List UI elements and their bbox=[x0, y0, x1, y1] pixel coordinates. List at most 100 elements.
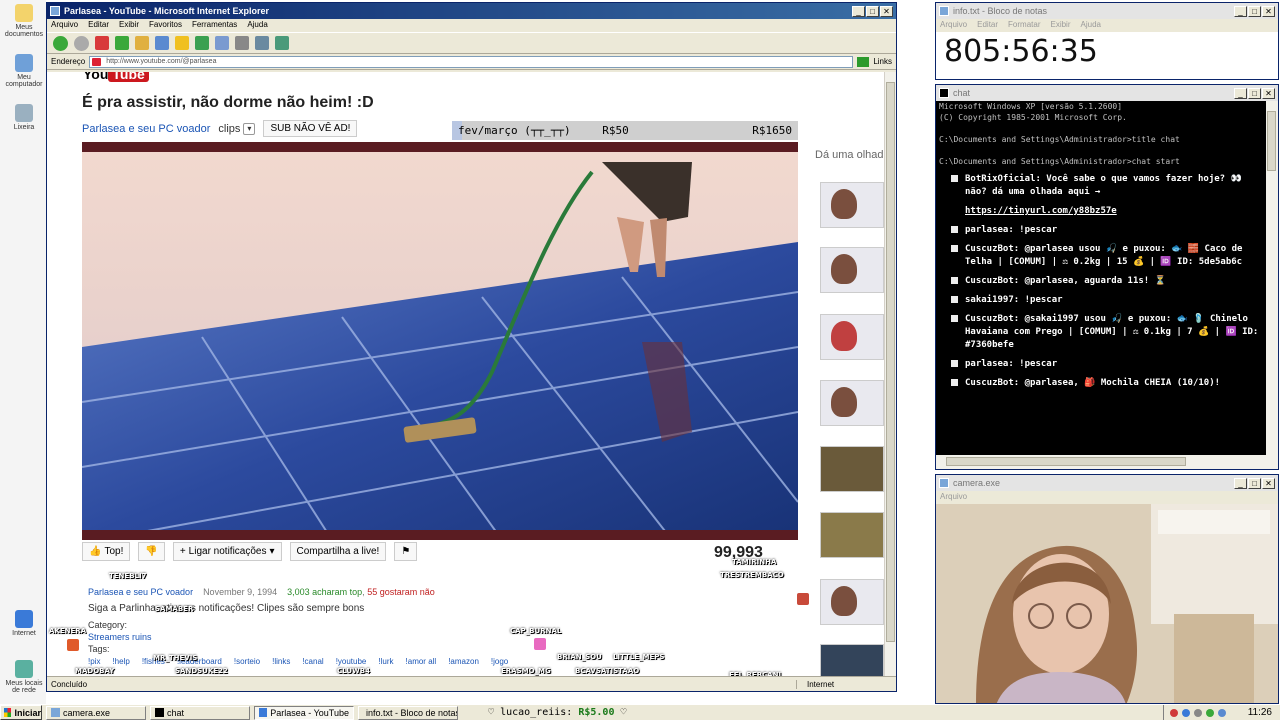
go-button[interactable] bbox=[857, 56, 870, 67]
video-player[interactable] bbox=[81, 142, 799, 541]
related-video-thumb[interactable] bbox=[820, 644, 884, 678]
category-link[interactable]: Streamers ruins bbox=[88, 632, 152, 642]
links-label[interactable]: Links bbox=[873, 57, 892, 66]
notepad-titlebar[interactable]: info.txt - Bloco de notas _ □ ✕ bbox=[936, 3, 1278, 19]
tag-link[interactable]: !lurk bbox=[378, 657, 393, 666]
close-button[interactable]: ✕ bbox=[1262, 477, 1275, 489]
taskbar-item-camera[interactable]: camera.exe bbox=[46, 705, 146, 720]
tag-link[interactable]: !links bbox=[272, 657, 290, 666]
close-button[interactable]: ✕ bbox=[1262, 5, 1275, 17]
related-video-thumb[interactable] bbox=[820, 314, 884, 360]
menu-format[interactable]: Formatar bbox=[1008, 20, 1040, 31]
tag-link[interactable]: !amazon bbox=[448, 657, 479, 666]
page-scrollbar[interactable] bbox=[884, 72, 896, 678]
chat-link-message[interactable]: https://tinyurl.com/y88bz57e bbox=[939, 205, 1265, 218]
menu-help[interactable]: Ajuda bbox=[247, 20, 267, 31]
menu-view[interactable]: Exibir bbox=[1050, 20, 1070, 31]
tag-link[interactable]: !amor all bbox=[406, 657, 437, 666]
menu-file[interactable]: Arquivo bbox=[940, 20, 967, 31]
minimize-button[interactable]: _ bbox=[1234, 477, 1247, 489]
logo-tube: Tube bbox=[108, 72, 149, 82]
youtube-logo[interactable]: You Tube bbox=[83, 72, 149, 82]
minimize-button[interactable]: _ bbox=[852, 5, 865, 17]
subscribe-button[interactable]: SUB NÃO VÊ AD! bbox=[263, 120, 358, 137]
taskbar-item-label: chat bbox=[167, 707, 185, 718]
volume-icon[interactable] bbox=[1193, 708, 1202, 717]
close-button[interactable]: ✕ bbox=[1262, 87, 1275, 99]
tag-link[interactable]: !pix bbox=[88, 657, 100, 666]
menu-favorites[interactable]: Favoritos bbox=[149, 20, 182, 31]
start-button[interactable]: Iniciar bbox=[0, 705, 42, 720]
minimize-button[interactable]: _ bbox=[1234, 87, 1247, 99]
maximize-button[interactable]: □ bbox=[1248, 477, 1261, 489]
related-video-thumb[interactable] bbox=[820, 446, 884, 492]
notepad-text-area[interactable]: 805:56:35 bbox=[936, 32, 1278, 79]
tag-link[interactable]: !help bbox=[112, 657, 129, 666]
scrollbar-thumb[interactable] bbox=[1267, 111, 1276, 171]
back-icon[interactable] bbox=[53, 35, 68, 51]
mail-icon[interactable] bbox=[215, 36, 229, 50]
favorites-star-icon[interactable] bbox=[175, 36, 189, 50]
scrollbar-thumb[interactable] bbox=[946, 457, 1186, 466]
taskbar-item-chat[interactable]: chat bbox=[150, 705, 250, 720]
desktop-icon-my-documents[interactable]: Meus documentos bbox=[4, 4, 44, 38]
desktop-icon-my-computer[interactable]: Meu computador bbox=[4, 54, 44, 88]
print-icon[interactable] bbox=[235, 36, 249, 50]
minimize-button[interactable]: _ bbox=[1234, 5, 1247, 17]
forward-icon[interactable] bbox=[74, 35, 89, 51]
related-video-thumb[interactable] bbox=[820, 247, 884, 293]
related-video-thumb[interactable] bbox=[820, 579, 884, 625]
maximize-button[interactable]: □ bbox=[1248, 87, 1261, 99]
messenger-icon[interactable] bbox=[1205, 708, 1214, 717]
home-icon[interactable] bbox=[135, 36, 149, 50]
related-video-thumb[interactable] bbox=[820, 380, 884, 426]
like-button[interactable]: 👍 Top! bbox=[82, 542, 131, 561]
maximize-button[interactable]: □ bbox=[1248, 5, 1261, 17]
tag-link[interactable]: !jogo bbox=[491, 657, 508, 666]
camera-titlebar[interactable]: camera.exe _ □ ✕ bbox=[936, 475, 1278, 491]
updates-icon[interactable] bbox=[1217, 708, 1226, 717]
related-video-thumb[interactable] bbox=[820, 182, 884, 228]
clips-dropdown[interactable]: clips ▾ bbox=[218, 122, 256, 135]
desktop-icon-recycle-bin[interactable]: Lixeira bbox=[4, 104, 44, 131]
notify-button[interactable]: + Ligar notificações ▾ bbox=[172, 542, 282, 561]
menu-help[interactable]: Ajuda bbox=[1081, 20, 1101, 31]
console-scrollbar[interactable] bbox=[1266, 101, 1278, 457]
search-icon[interactable] bbox=[155, 36, 169, 50]
history-icon[interactable] bbox=[195, 36, 209, 50]
edit-icon[interactable] bbox=[255, 36, 269, 50]
menu-view[interactable]: Exibir bbox=[119, 20, 139, 31]
maximize-button[interactable]: □ bbox=[866, 5, 879, 17]
share-button[interactable]: Compartilha a live! bbox=[289, 542, 387, 561]
dislike-button[interactable]: 👎 bbox=[138, 542, 165, 561]
menu-edit[interactable]: Editar bbox=[977, 20, 998, 31]
messenger-icon[interactable] bbox=[275, 36, 289, 50]
taskbar-item-notepad[interactable]: info.txt - Bloco de notas bbox=[358, 705, 458, 720]
taskbar-item-youtube[interactable]: Parlasea - YouTube bbox=[254, 705, 354, 720]
channel-link[interactable]: Parlasea e seu PC voador bbox=[82, 123, 210, 135]
security-icon[interactable] bbox=[1169, 708, 1178, 717]
close-button[interactable]: ✕ bbox=[880, 5, 893, 17]
scrollbar-thumb[interactable] bbox=[886, 82, 895, 642]
desktop-icon-internet[interactable]: Internet bbox=[4, 610, 44, 637]
chat-titlebar[interactable]: chat _ □ ✕ bbox=[936, 85, 1278, 101]
network-icon[interactable] bbox=[1181, 708, 1190, 717]
desktop-icon-network[interactable]: Meus locais de rede bbox=[4, 660, 44, 694]
tag-link[interactable]: !youtube bbox=[336, 657, 367, 666]
ie-titlebar[interactable]: Parlasea - YouTube - Microsoft Internet … bbox=[47, 3, 896, 19]
menu-file[interactable]: Arquivo bbox=[940, 492, 967, 503]
menu-edit[interactable]: Editar bbox=[88, 20, 109, 31]
menu-tools[interactable]: Ferramentas bbox=[192, 20, 237, 31]
console-hscrollbar[interactable] bbox=[936, 455, 1278, 469]
refresh-icon[interactable] bbox=[115, 36, 129, 50]
meta-channel-link[interactable]: Parlasea e seu PC voador bbox=[88, 587, 193, 597]
video-progress-bar[interactable] bbox=[82, 530, 798, 540]
tag-link[interactable]: !sorteio bbox=[234, 657, 260, 666]
flag-button[interactable]: ⚑ bbox=[394, 542, 418, 561]
address-input[interactable]: http://www.youtube.com/@parlasea bbox=[89, 55, 854, 68]
menu-file[interactable]: Arquivo bbox=[51, 20, 78, 31]
tag-link[interactable]: !canal bbox=[302, 657, 323, 666]
chat-bullet-icon bbox=[951, 245, 958, 252]
related-video-thumb[interactable] bbox=[820, 512, 884, 558]
stop-icon[interactable] bbox=[95, 36, 109, 50]
